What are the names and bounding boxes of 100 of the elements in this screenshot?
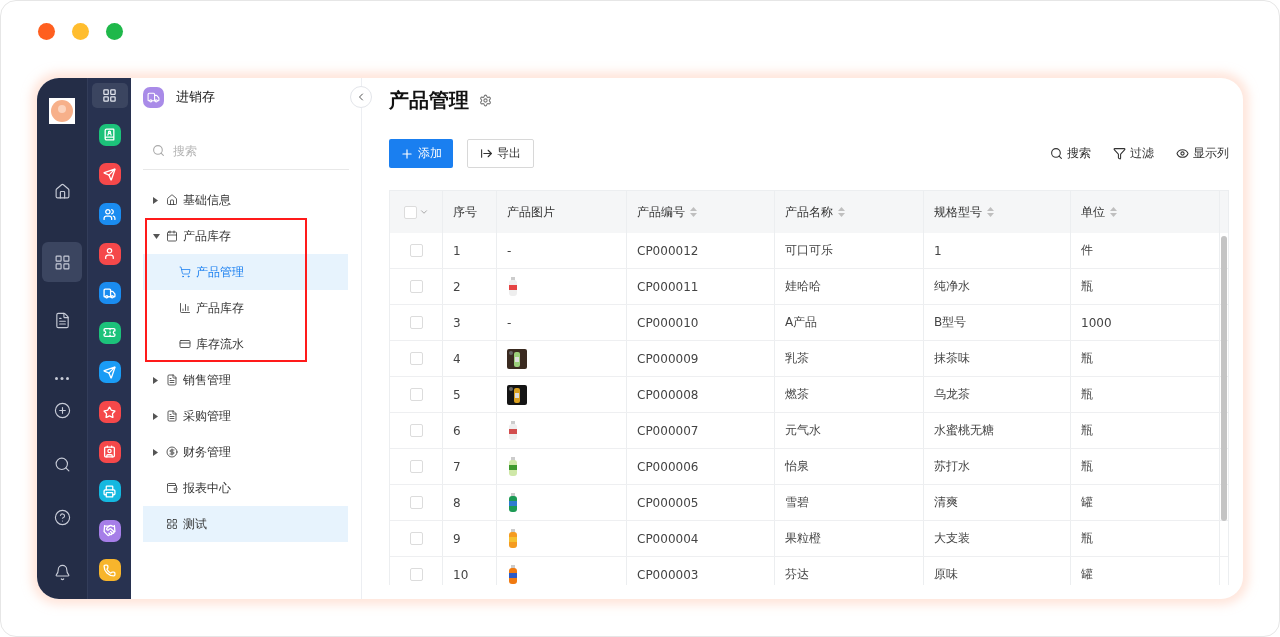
window-control[interactable] xyxy=(106,23,123,40)
settings-icon[interactable] xyxy=(479,93,492,107)
checkbox[interactable] xyxy=(409,244,423,257)
window-control[interactable] xyxy=(38,23,55,40)
table-cell: CP000005 xyxy=(637,495,699,510)
app-icon[interactable] xyxy=(98,203,121,226)
app-grid-button[interactable] xyxy=(91,83,128,108)
table-cell: 雪碧 xyxy=(785,494,809,511)
table-cell: 瓶 xyxy=(1081,278,1093,295)
table-cell: 乳茶 xyxy=(785,350,809,367)
checkbox[interactable] xyxy=(409,352,423,365)
bell-icon xyxy=(53,563,71,581)
expand-arrow-icon[interactable] xyxy=(153,448,158,456)
table-cell: 原味 xyxy=(934,566,958,583)
column-header: 产品图片 xyxy=(507,203,555,221)
table-cell: 瓶 xyxy=(1081,350,1093,367)
app-icon[interactable] xyxy=(98,401,121,424)
table-cell: 10 xyxy=(453,567,469,582)
app-icon[interactable] xyxy=(98,440,121,463)
scrollbar[interactable] xyxy=(1221,236,1227,521)
dropdown-icon xyxy=(418,207,429,217)
app-icon[interactable] xyxy=(98,321,121,344)
nav-item[interactable]: 测试 xyxy=(143,506,348,542)
expand-arrow-icon[interactable] xyxy=(153,412,158,420)
table-cell: 纯净水 xyxy=(934,278,970,295)
table-cell: 4 xyxy=(453,351,461,366)
bar-chart-icon xyxy=(179,302,191,314)
nav-item[interactable]: 销售管理 xyxy=(143,362,348,398)
nav-item[interactable]: 财务管理 xyxy=(143,434,348,470)
checkbox[interactable] xyxy=(409,388,423,401)
nav-subitem[interactable]: 产品库存 xyxy=(143,290,348,326)
table-cell: 怡泉 xyxy=(785,458,809,475)
rail-button[interactable] xyxy=(42,242,82,282)
search-icon xyxy=(53,455,71,473)
checkbox[interactable] xyxy=(409,460,423,473)
table-cell: 果粒橙 xyxy=(785,530,821,547)
nav-subitem[interactable]: 产品管理 xyxy=(143,254,348,290)
checkbox[interactable] xyxy=(409,316,423,329)
page-title: 产品管理 xyxy=(389,86,469,114)
column-header: 产品名称 xyxy=(785,203,833,221)
checkbox[interactable] xyxy=(409,424,423,437)
table-cell: CP000009 xyxy=(637,351,699,366)
contract-icon xyxy=(166,374,178,386)
nav-item[interactable]: 报表中心 xyxy=(143,470,348,506)
table-cell: 可口可乐 xyxy=(785,242,833,259)
table-cell: A产品 xyxy=(785,314,818,331)
toolbar-action[interactable]: 显示列 xyxy=(1176,145,1229,162)
nav-item[interactable]: 产品库存 xyxy=(143,218,348,254)
grid-icon xyxy=(166,518,178,530)
home-icon xyxy=(53,182,71,200)
nav-item[interactable]: 采购管理 xyxy=(143,398,348,434)
app-icon[interactable] xyxy=(98,361,121,384)
toolbar-action[interactable]: 搜索 xyxy=(1050,145,1091,162)
checkbox[interactable] xyxy=(409,568,423,581)
column-header: 单位 xyxy=(1081,203,1105,221)
table-cell: B型号 xyxy=(934,314,967,331)
checkbox[interactable] xyxy=(409,532,423,545)
expand-arrow-icon[interactable] xyxy=(153,376,158,384)
table-cell: CP000004 xyxy=(637,531,699,546)
app-icon[interactable] xyxy=(98,282,121,305)
table-cell: 瓶 xyxy=(1081,530,1093,547)
nav-subitem[interactable]: 库存流水 xyxy=(143,326,348,362)
truck-icon xyxy=(143,86,164,108)
column-header: 序号 xyxy=(453,203,477,221)
table-cell: 乌龙茶 xyxy=(934,386,970,403)
collapse-arrow-icon[interactable] xyxy=(153,233,160,239)
filter-icon xyxy=(1113,147,1126,160)
table-cell: 瓶 xyxy=(1081,422,1093,439)
table-cell: - xyxy=(507,243,512,258)
export-button[interactable]: 导出 xyxy=(467,139,534,168)
checkbox[interactable] xyxy=(403,205,417,219)
add-button[interactable]: 添加 xyxy=(389,139,453,168)
app-icon[interactable] xyxy=(98,123,121,146)
document-icon xyxy=(53,311,71,329)
eye-icon xyxy=(1176,147,1189,160)
search-icon xyxy=(152,144,165,157)
app-icon[interactable] xyxy=(98,480,121,503)
table-cell: CP000010 xyxy=(637,315,699,330)
app-icon[interactable] xyxy=(98,519,121,542)
nav-item[interactable]: 基础信息 xyxy=(143,182,348,218)
app-icon[interactable] xyxy=(98,163,121,186)
grid-icon xyxy=(102,87,117,103)
checkbox[interactable] xyxy=(409,280,423,293)
plus-icon xyxy=(400,146,414,161)
table-cell: 瓶 xyxy=(1081,386,1093,403)
table-cell: 1 xyxy=(453,243,461,258)
expand-arrow-icon[interactable] xyxy=(153,196,158,204)
table-cell: 罐 xyxy=(1081,494,1093,511)
table-cell: 1 xyxy=(934,243,942,258)
table-cell: CP000006 xyxy=(637,459,699,474)
app-icon[interactable] xyxy=(98,559,121,582)
column-header: 规格型号 xyxy=(934,203,982,221)
table-cell: 6 xyxy=(453,423,461,438)
app-icon[interactable] xyxy=(98,242,121,265)
table-cell: 元气水 xyxy=(785,422,821,439)
search-field[interactable]: 搜索 xyxy=(171,142,321,159)
home-icon xyxy=(166,194,178,206)
toolbar-action[interactable]: 过滤 xyxy=(1113,145,1154,162)
table-cell: - xyxy=(507,315,512,330)
checkbox[interactable] xyxy=(409,496,423,509)
